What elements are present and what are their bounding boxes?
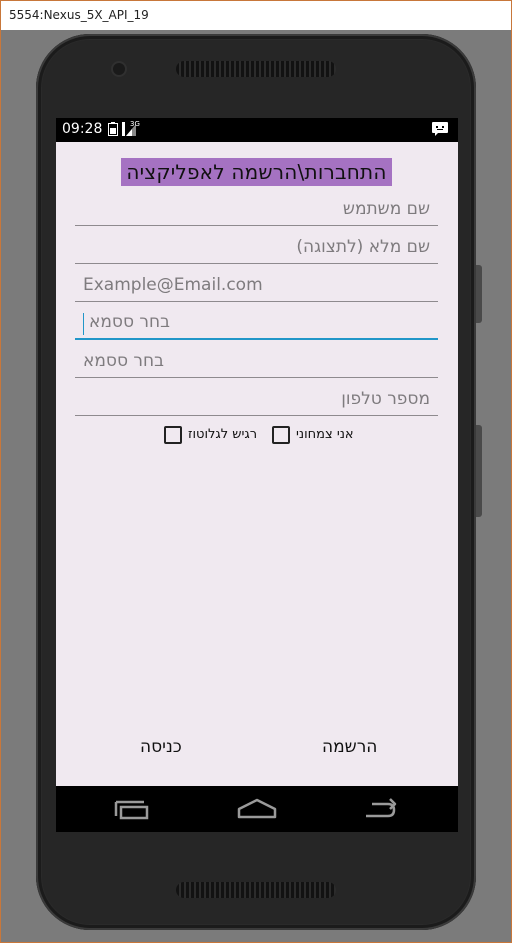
password-field[interactable]: בחר ססמא (75, 302, 438, 340)
back-icon[interactable] (358, 794, 402, 824)
bottom-speaker-grille (176, 882, 336, 898)
device-screen: 09:28 3G התחברות\הרשמה לאפליקציה שם משתמ… (56, 118, 458, 832)
username-field[interactable]: שם משתמש (75, 188, 438, 226)
email-placeholder: Example@Email.com (83, 275, 263, 295)
gluten-checkbox[interactable] (164, 426, 182, 444)
username-placeholder: שם משתמש (342, 199, 430, 219)
status-bar: 09:28 3G (56, 118, 458, 142)
status-time: 09:28 (62, 121, 103, 137)
register-button[interactable]: הרשמה (322, 735, 377, 759)
emulator-title-bar: 5554:Nexus_5X_API_19 (1, 1, 511, 30)
login-button[interactable]: כניסה (140, 735, 182, 759)
phone-placeholder: מספר טלפון (341, 389, 430, 409)
password-confirm-field[interactable]: בחר ססמא (75, 340, 438, 378)
battery-icon (108, 122, 118, 136)
home-icon[interactable] (235, 794, 279, 824)
password-confirm-placeholder: בחר ססמא (83, 351, 164, 371)
top-speaker-grille (176, 61, 336, 77)
vegetarian-checkbox[interactable] (272, 426, 290, 444)
full-name-placeholder: שם מלא (לתצוגה) (296, 237, 430, 257)
page-title: התחברות\הרשמה לאפליקציה (121, 158, 392, 186)
full-name-field[interactable]: שם מלא (לתצוגה) (75, 226, 438, 264)
navigation-bar (56, 786, 458, 832)
gluten-checkbox-label: רגיש לגלוטוז (188, 427, 258, 442)
volume-button[interactable] (476, 265, 482, 323)
power-button[interactable] (476, 425, 482, 517)
notification-message-icon[interactable] (432, 122, 448, 136)
network-type: 3G (130, 120, 140, 128)
vegetarian-checkbox-label: אני צמחוני (296, 427, 354, 442)
phone-field[interactable]: מספר טלפון (75, 378, 438, 416)
vegetarian-checkbox-row[interactable]: אני צמחוני (272, 426, 372, 446)
text-cursor (83, 313, 84, 335)
window-title: 5554:Nexus_5X_API_19 (9, 8, 149, 22)
recent-apps-icon[interactable] (112, 794, 156, 824)
password-placeholder: בחר ססמא (89, 312, 170, 332)
email-field[interactable]: Example@Email.com (75, 264, 438, 302)
front-camera-icon (113, 63, 125, 75)
gluten-checkbox-row[interactable]: רגיש לגלוטוז (164, 426, 264, 446)
